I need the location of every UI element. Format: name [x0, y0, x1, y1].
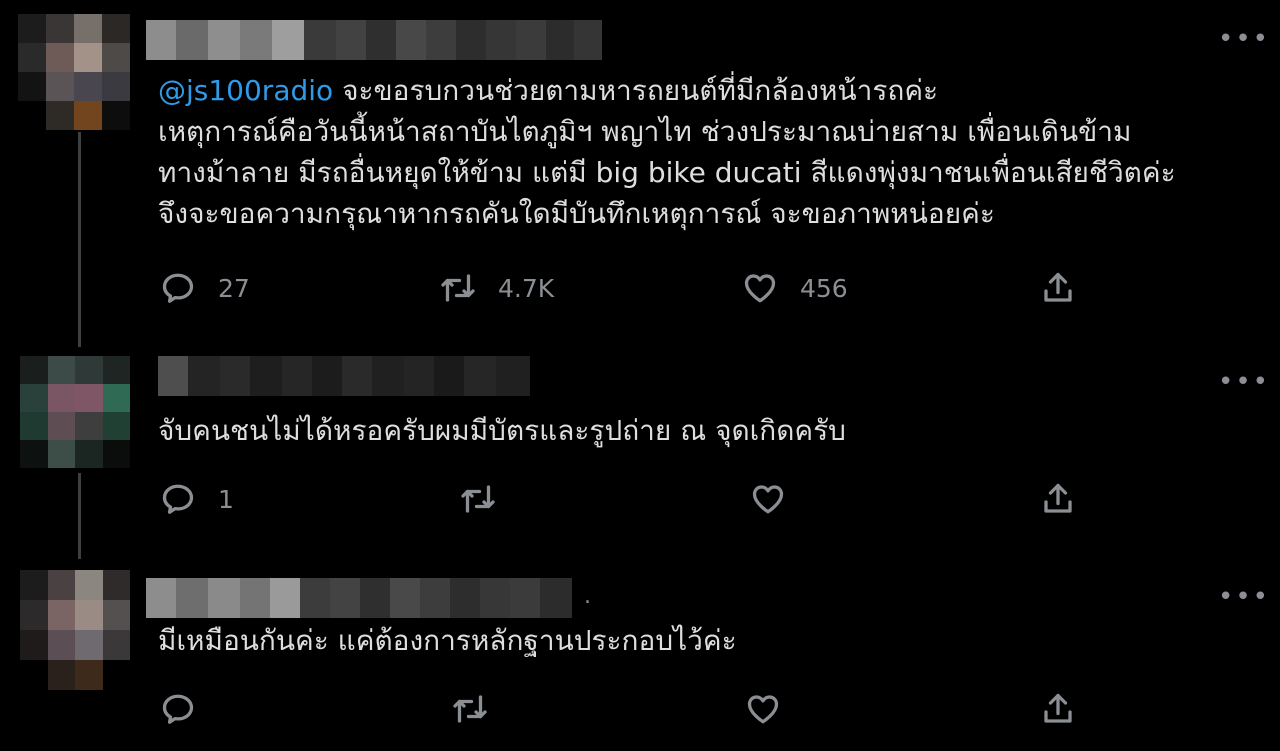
tweet-text: จับคนชนไม่ได้หรอครับผมมีบัตรและรูปถ่าย ณ… — [158, 414, 846, 447]
reply-count: 1 — [218, 484, 234, 514]
tweet-text: @js100radio จะขอรบกวนช่วยตามหารถยนต์ที่ม… — [158, 74, 1176, 230]
retweet-button[interactable]: 4.7K — [440, 270, 554, 306]
like-icon — [747, 695, 779, 724]
avatar[interactable] — [20, 356, 130, 468]
more-icon[interactable]: ••• — [1218, 369, 1270, 395]
like-count: 456 — [800, 273, 848, 303]
retweet-button[interactable] — [460, 481, 496, 517]
avatar[interactable] — [18, 14, 130, 130]
like-button[interactable] — [750, 481, 786, 517]
tweet: ••• @js100radio จะขอรบกวนช่วยตามหารถยนต์… — [0, 0, 1280, 340]
retweet-icon — [453, 695, 487, 723]
reply-icon — [162, 273, 194, 303]
reply-icon — [162, 484, 194, 514]
share-icon — [1044, 483, 1072, 513]
retweet-icon — [441, 274, 475, 302]
like-button[interactable]: 456 — [742, 270, 848, 306]
share-icon — [1044, 272, 1072, 302]
share-icon — [1044, 693, 1072, 723]
reply-button[interactable] — [160, 691, 196, 727]
username-suffix: . — [584, 584, 591, 609]
reply-count: 27 — [218, 273, 250, 303]
like-icon — [744, 274, 776, 303]
like-button[interactable] — [745, 691, 781, 727]
more-icon[interactable]: ••• — [1218, 584, 1270, 610]
retweet-button[interactable] — [452, 691, 488, 727]
share-button[interactable] — [1040, 691, 1076, 727]
share-button[interactable] — [1040, 481, 1076, 517]
like-icon — [752, 485, 784, 514]
mention-link[interactable]: @js100radio — [158, 74, 333, 107]
tweet: . ••• มีเหมือนกันค่ะ แค่ต้องการหลักฐานปร… — [0, 560, 1280, 751]
more-icon[interactable]: ••• — [1218, 26, 1270, 52]
username-blurred[interactable] — [146, 578, 582, 618]
reply-button[interactable]: 27 — [160, 270, 250, 306]
retweet-count: 4.7K — [498, 273, 555, 303]
username-blurred[interactable] — [158, 356, 530, 396]
reply-icon — [162, 694, 194, 724]
reply-button[interactable]: 1 — [160, 481, 234, 517]
tweet-text: มีเหมือนกันค่ะ แค่ต้องการหลักฐานประกอบไว… — [158, 624, 737, 657]
avatar[interactable] — [20, 570, 130, 690]
tweet: ••• จับคนชนไม่ได้หรอครับผมมีบัตรและรูปถ่… — [0, 340, 1280, 560]
share-button[interactable] — [1040, 270, 1076, 306]
retweet-icon — [461, 485, 495, 513]
username-blurred[interactable] — [146, 20, 612, 60]
